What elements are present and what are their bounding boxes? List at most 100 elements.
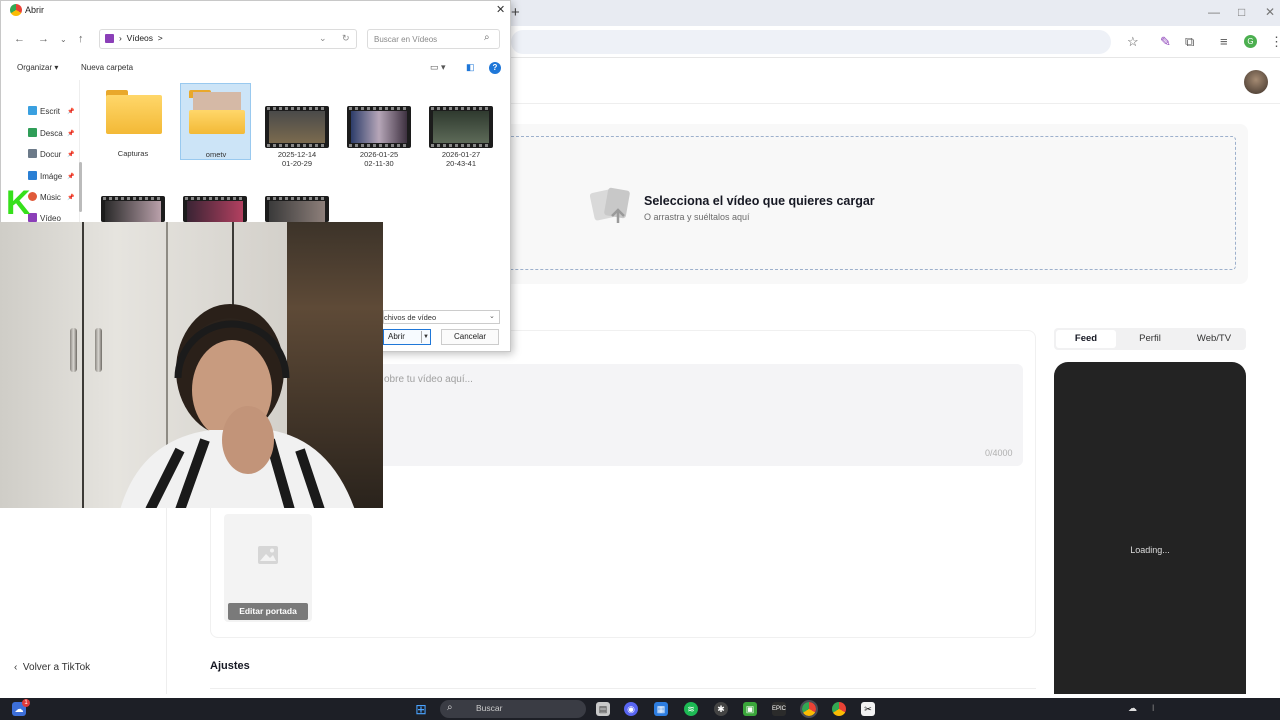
video-thumbnail-icon [347, 106, 411, 148]
video-file[interactable]: 2026-01-27 20-43-41 [426, 84, 496, 170]
search-icon: ⌕ [447, 702, 453, 713]
settings-divider [210, 688, 1036, 689]
nav-scrollbar[interactable] [79, 162, 82, 212]
onedrive-icon[interactable]: ☁ [1128, 703, 1137, 714]
file-label: ometv [205, 150, 227, 159]
breadcrumb-videos[interactable]: Vídeos [127, 33, 153, 43]
search-icon: ⌕ [484, 32, 490, 43]
chrome-profile-icon[interactable] [832, 702, 846, 716]
tab-perfil[interactable]: Perfil [1120, 330, 1180, 348]
app-icon[interactable]: ✱ [714, 702, 728, 716]
settings-heading: Ajustes [210, 660, 250, 672]
file-label: 2026-01-27 20-43-41 [441, 150, 481, 168]
file-type-select[interactable]: chivos de vídeo [383, 310, 500, 324]
profile-avatar-icon[interactable]: G [1244, 35, 1257, 48]
discord-icon[interactable]: ◉ [624, 702, 638, 716]
cancel-button[interactable]: Cancelar [441, 329, 499, 345]
pin-icon: 📌 [67, 174, 75, 180]
image-placeholder-icon [258, 546, 278, 564]
file-label: 2025-12-14 01-20-29 [277, 150, 317, 168]
recent-locations-icon[interactable]: ⌄ [60, 35, 67, 44]
store-icon[interactable]: ▦ [654, 702, 668, 716]
open-options-dropdown[interactable]: ▼ [421, 331, 430, 343]
reading-list-icon[interactable]: ≡ [1220, 34, 1228, 49]
chrome-icon[interactable] [800, 700, 818, 718]
desktop-icon [28, 106, 37, 115]
bookmark-star-icon[interactable]: ☆ [1127, 34, 1139, 50]
folder-icon [106, 90, 162, 134]
webcam-overlay [0, 222, 383, 508]
address-dropdown-icon[interactable]: ⌄ [319, 33, 327, 44]
windows-start-icon[interactable]: ⊞ [414, 702, 428, 716]
taskbar-search-input[interactable]: Buscar [440, 700, 586, 718]
chevron-down-icon: ⌄ [489, 313, 495, 320]
documents-icon [28, 149, 37, 158]
mic-icon[interactable]: ǀ [1152, 703, 1154, 713]
preview-loading-text: Loading... [1130, 545, 1170, 555]
edit-cover-button[interactable]: Editar portada [228, 603, 308, 620]
webcam-person [120, 304, 355, 508]
description-placeholder: obre tu vídeo aquí... [384, 374, 473, 385]
pin-icon: 📌 [67, 195, 75, 201]
organize-menu[interactable]: Organizar ▾ [17, 63, 58, 72]
nav-item-label: Docur [40, 150, 62, 159]
nav-item-label: Imáge [40, 172, 63, 181]
epic-games-icon[interactable]: EPIC [772, 702, 786, 716]
view-mode-icon[interactable]: ▭ ▾ [430, 62, 446, 73]
video-thumbnail-icon[interactable] [101, 196, 165, 233]
minecraft-icon[interactable]: ▣ [743, 702, 757, 716]
chrome-app-icon [10, 4, 22, 16]
back-arrow-icon[interactable]: ← [14, 33, 25, 45]
capcut-icon[interactable]: ✂ [861, 702, 875, 716]
pin-icon: 📌 [67, 109, 75, 115]
spotify-icon[interactable]: ≋ [684, 702, 698, 716]
video-file[interactable]: 2025-12-14 01-20-29 [262, 84, 332, 170]
open-button-label: Abrir [388, 332, 405, 341]
breadcrumb: › Vídeos > [119, 33, 163, 43]
channel-logo: K [6, 184, 31, 222]
video-thumbnail-icon [429, 106, 493, 148]
tab-feed[interactable]: Feed [1056, 330, 1116, 348]
pin-icon: 📌 [67, 131, 75, 137]
nav-item-label: Desca [40, 129, 63, 138]
nav-item-label: Músic [40, 193, 61, 202]
video-thumbnail-icon[interactable] [265, 196, 329, 233]
upload-title: Selecciona el vídeo que quieres cargar [644, 194, 875, 208]
extension-translate-icon[interactable]: ✎ [1160, 34, 1171, 50]
forward-arrow-icon[interactable]: → [38, 33, 49, 45]
description-counter: 0/4000 [985, 448, 1013, 458]
folder-capturas[interactable]: Capturas [98, 84, 168, 160]
maximize-icon[interactable]: □ [1238, 5, 1245, 19]
browser-menu-icon[interactable]: ⋮ [1270, 34, 1280, 50]
video-thumbnail-icon[interactable] [183, 196, 247, 233]
avatar[interactable] [1244, 70, 1268, 94]
nav-item-label: Escrit [40, 107, 60, 116]
folder-ometv[interactable]: ometv [180, 83, 251, 160]
breadcrumb-separator: > [157, 33, 163, 43]
video-file[interactable]: 2026-01-25 02-11-30 [344, 84, 414, 170]
back-link-label: Volver a TikTok [22, 662, 91, 673]
new-folder-button[interactable]: Nueva carpeta [81, 63, 133, 72]
minimize-icon[interactable]: — [1208, 5, 1220, 19]
notification-badge: 1 [22, 699, 30, 707]
back-to-tiktok-link[interactable]: ‹ Volver a TikTok [14, 662, 90, 673]
dialog-search-input[interactable]: Buscar en Vídeos [367, 29, 500, 49]
up-arrow-icon[interactable]: ↑ [78, 33, 84, 45]
dialog-close-icon[interactable]: ✕ [496, 3, 505, 16]
help-icon[interactable]: ? [489, 62, 501, 74]
videos-folder-icon [105, 34, 114, 43]
video-thumbnail-icon [265, 106, 329, 148]
extensions-puzzle-icon[interactable]: ⧉ [1185, 34, 1194, 50]
refresh-icon[interactable]: ↻ [342, 33, 350, 44]
file-explorer-icon[interactable]: ▤ [596, 702, 610, 716]
close-window-icon[interactable]: ✕ [1265, 5, 1275, 19]
file-label: Capturas [117, 149, 149, 158]
upload-subtitle: O arrastra y suéltalos aquí [644, 212, 750, 222]
file-label: 2026-01-25 02-11-30 [359, 150, 399, 168]
preview-pane-icon[interactable]: ◧ [466, 62, 475, 73]
new-tab-button[interactable]: + [511, 4, 520, 21]
address-bar[interactable] [511, 30, 1111, 54]
tab-web-tv[interactable]: Web/TV [1184, 330, 1244, 348]
pin-icon: 📌 [67, 152, 75, 158]
dialog-title: Abrir [25, 5, 45, 15]
